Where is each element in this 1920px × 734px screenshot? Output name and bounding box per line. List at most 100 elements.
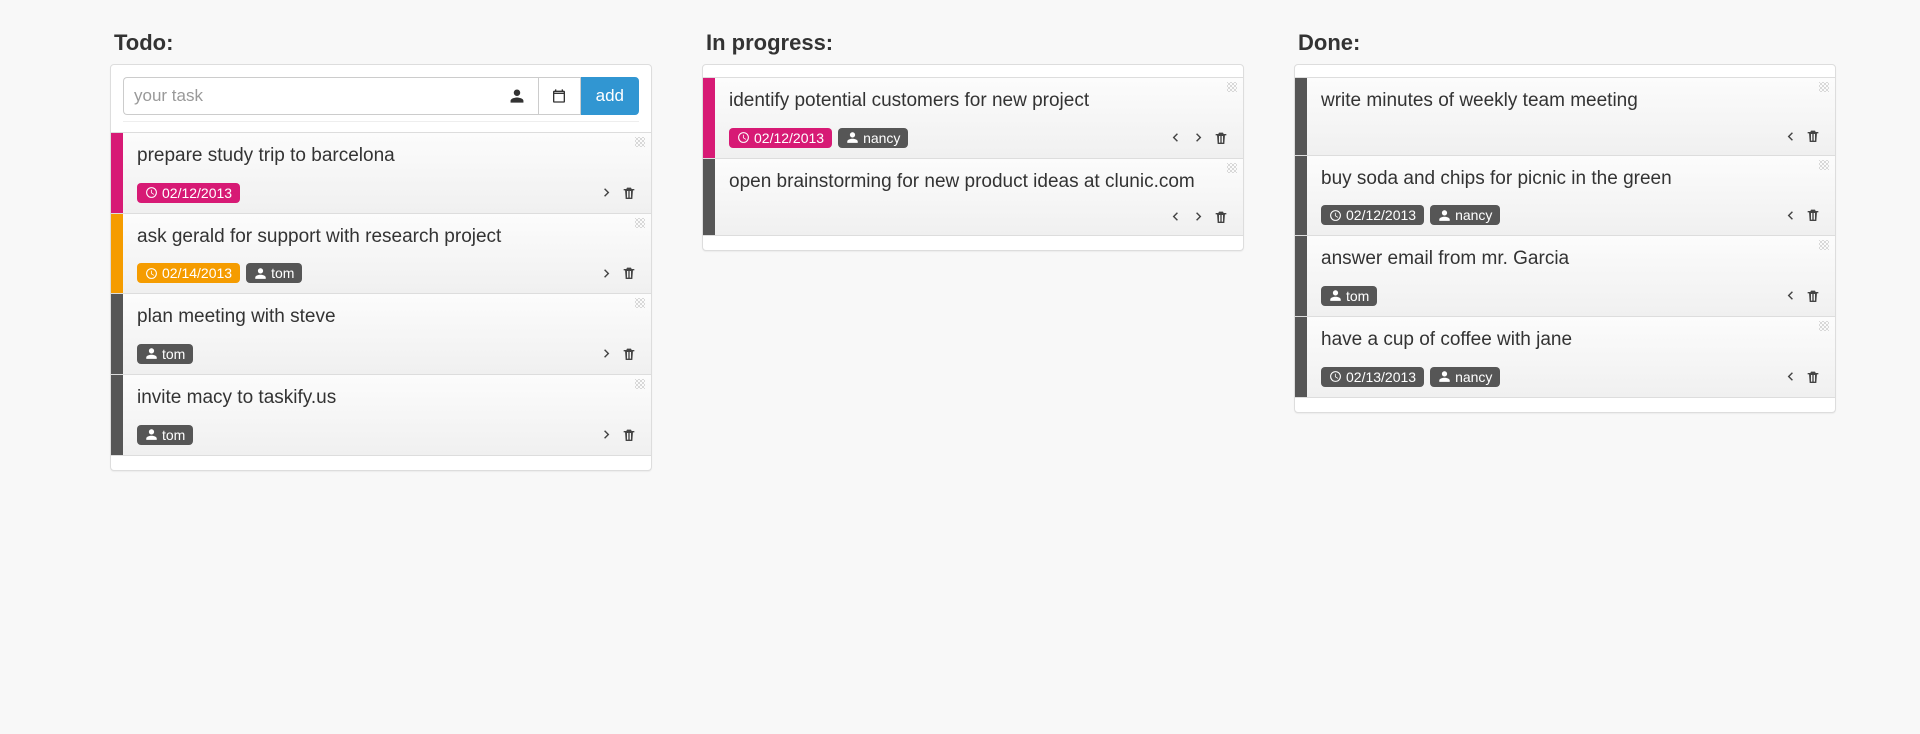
drag-handle-icon[interactable]: [1819, 82, 1829, 92]
column-panel: write minutes of weekly team meeting buy …: [1294, 64, 1836, 413]
drag-handle-icon[interactable]: [635, 137, 645, 147]
column-title: Todo:: [114, 30, 652, 56]
move-prev-button[interactable]: [1782, 207, 1799, 224]
card-actions: [1782, 128, 1821, 145]
assignee-badge[interactable]: tom: [1321, 286, 1377, 306]
drag-handle-icon[interactable]: [635, 218, 645, 228]
card-meta-row: tom: [1321, 286, 1821, 306]
delete-task-button[interactable]: [621, 427, 637, 443]
task-card[interactable]: answer email from mr. Garcia tom: [1295, 235, 1835, 317]
task-title[interactable]: ask gerald for support with research pro…: [137, 224, 637, 250]
move-next-button[interactable]: [598, 345, 615, 362]
card-list: write minutes of weekly team meeting buy …: [1295, 77, 1835, 398]
task-title[interactable]: have a cup of coffee with jane: [1321, 327, 1821, 353]
priority-stripe: [703, 159, 715, 236]
task-title[interactable]: buy soda and chips for picnic in the gre…: [1321, 166, 1821, 192]
delete-task-button[interactable]: [621, 185, 637, 201]
move-prev-button[interactable]: [1167, 129, 1184, 146]
card-actions: [598, 426, 637, 443]
task-title[interactable]: prepare study trip to barcelona: [137, 143, 637, 169]
task-card[interactable]: identify potential customers for new pro…: [703, 77, 1243, 159]
move-prev-button[interactable]: [1782, 128, 1799, 145]
delete-task-button[interactable]: [1213, 130, 1229, 146]
due-date-badge[interactable]: 02/12/2013: [729, 128, 832, 148]
move-next-button[interactable]: [598, 426, 615, 443]
due-date-badge[interactable]: 02/14/2013: [137, 263, 240, 283]
drag-handle-icon[interactable]: [1227, 82, 1237, 92]
move-prev-button[interactable]: [1782, 368, 1799, 385]
move-next-button[interactable]: [598, 265, 615, 282]
clock-icon: [1329, 209, 1342, 222]
move-next-button[interactable]: [1190, 208, 1207, 225]
priority-stripe: [703, 78, 715, 158]
move-next-button[interactable]: [1190, 129, 1207, 146]
user-icon: [145, 347, 158, 360]
task-title[interactable]: open brainstorming for new product ideas…: [729, 169, 1229, 195]
delete-task-button[interactable]: [1213, 209, 1229, 225]
task-input[interactable]: [123, 77, 497, 115]
task-card[interactable]: have a cup of coffee with jane 02/13/2013…: [1295, 316, 1835, 398]
chevron-left-icon: [1782, 368, 1799, 385]
delete-task-button[interactable]: [1805, 288, 1821, 304]
task-card[interactable]: open brainstorming for new product ideas…: [703, 158, 1243, 237]
drag-handle-icon[interactable]: [1819, 160, 1829, 170]
assign-user-button[interactable]: [497, 77, 539, 115]
assignee-name: tom: [1346, 289, 1369, 303]
move-next-button[interactable]: [598, 184, 615, 201]
task-card[interactable]: buy soda and chips for picnic in the gre…: [1295, 155, 1835, 237]
task-card[interactable]: write minutes of weekly team meeting: [1295, 77, 1835, 156]
task-card[interactable]: invite macy to taskify.us tom: [111, 374, 651, 456]
card-meta-row: [729, 208, 1229, 225]
drag-handle-icon[interactable]: [635, 379, 645, 389]
priority-stripe: [111, 214, 123, 294]
assignee-badge[interactable]: nancy: [1430, 367, 1500, 387]
pick-date-button[interactable]: [539, 77, 581, 115]
column-inprogress: In progress: identify potential customer…: [702, 30, 1244, 471]
add-task-button[interactable]: add: [581, 77, 639, 115]
move-prev-button[interactable]: [1167, 208, 1184, 225]
task-title[interactable]: answer email from mr. Garcia: [1321, 246, 1821, 272]
trash-icon: [1805, 288, 1821, 304]
column-panel: add prepare study trip to barcelona 02/12…: [110, 64, 652, 471]
card-actions: [1782, 368, 1821, 385]
task-title[interactable]: identify potential customers for new pro…: [729, 88, 1229, 114]
task-title[interactable]: write minutes of weekly team meeting: [1321, 88, 1821, 114]
trash-icon: [621, 185, 637, 201]
priority-stripe: [111, 375, 123, 455]
priority-stripe: [111, 294, 123, 374]
delete-task-button[interactable]: [1805, 207, 1821, 223]
assignee-badge[interactable]: nancy: [1430, 205, 1500, 225]
assignee-badge[interactable]: tom: [137, 425, 193, 445]
due-date-badge[interactable]: 02/12/2013: [1321, 205, 1424, 225]
drag-handle-icon[interactable]: [1227, 163, 1237, 173]
chevron-left-icon: [1782, 287, 1799, 304]
task-card[interactable]: ask gerald for support with research pro…: [111, 213, 651, 295]
due-date-badge[interactable]: 02/12/2013: [137, 183, 240, 203]
clock-icon: [145, 267, 158, 280]
assignee-badge[interactable]: tom: [246, 263, 302, 283]
delete-task-button[interactable]: [621, 346, 637, 362]
drag-handle-icon[interactable]: [1819, 240, 1829, 250]
due-date-badge[interactable]: 02/13/2013: [1321, 367, 1424, 387]
assignee-badge[interactable]: tom: [137, 344, 193, 364]
drag-handle-icon[interactable]: [1819, 321, 1829, 331]
column-todo: Todo: add prepare study trip to barcelon…: [110, 30, 652, 471]
assignee-badge[interactable]: nancy: [838, 128, 908, 148]
chevron-left-icon: [1782, 207, 1799, 224]
kanban-board: Todo: add prepare study trip to barcelon…: [0, 0, 1920, 501]
column-done: Done: write minutes of weekly team meeti…: [1294, 30, 1836, 471]
column-title: Done:: [1298, 30, 1836, 56]
assignee-name: nancy: [863, 131, 900, 145]
badge-group: 02/12/2013 nancy: [729, 128, 908, 148]
chevron-left-icon: [1782, 128, 1799, 145]
delete-task-button[interactable]: [1805, 369, 1821, 385]
delete-task-button[interactable]: [621, 265, 637, 281]
task-card[interactable]: prepare study trip to barcelona 02/12/201…: [111, 132, 651, 214]
task-card[interactable]: plan meeting with steve tom: [111, 293, 651, 375]
task-title[interactable]: plan meeting with steve: [137, 304, 637, 330]
task-title[interactable]: invite macy to taskify.us: [137, 385, 637, 411]
delete-task-button[interactable]: [1805, 128, 1821, 144]
drag-handle-icon[interactable]: [635, 298, 645, 308]
move-prev-button[interactable]: [1782, 287, 1799, 304]
badge-group: tom: [137, 344, 193, 364]
